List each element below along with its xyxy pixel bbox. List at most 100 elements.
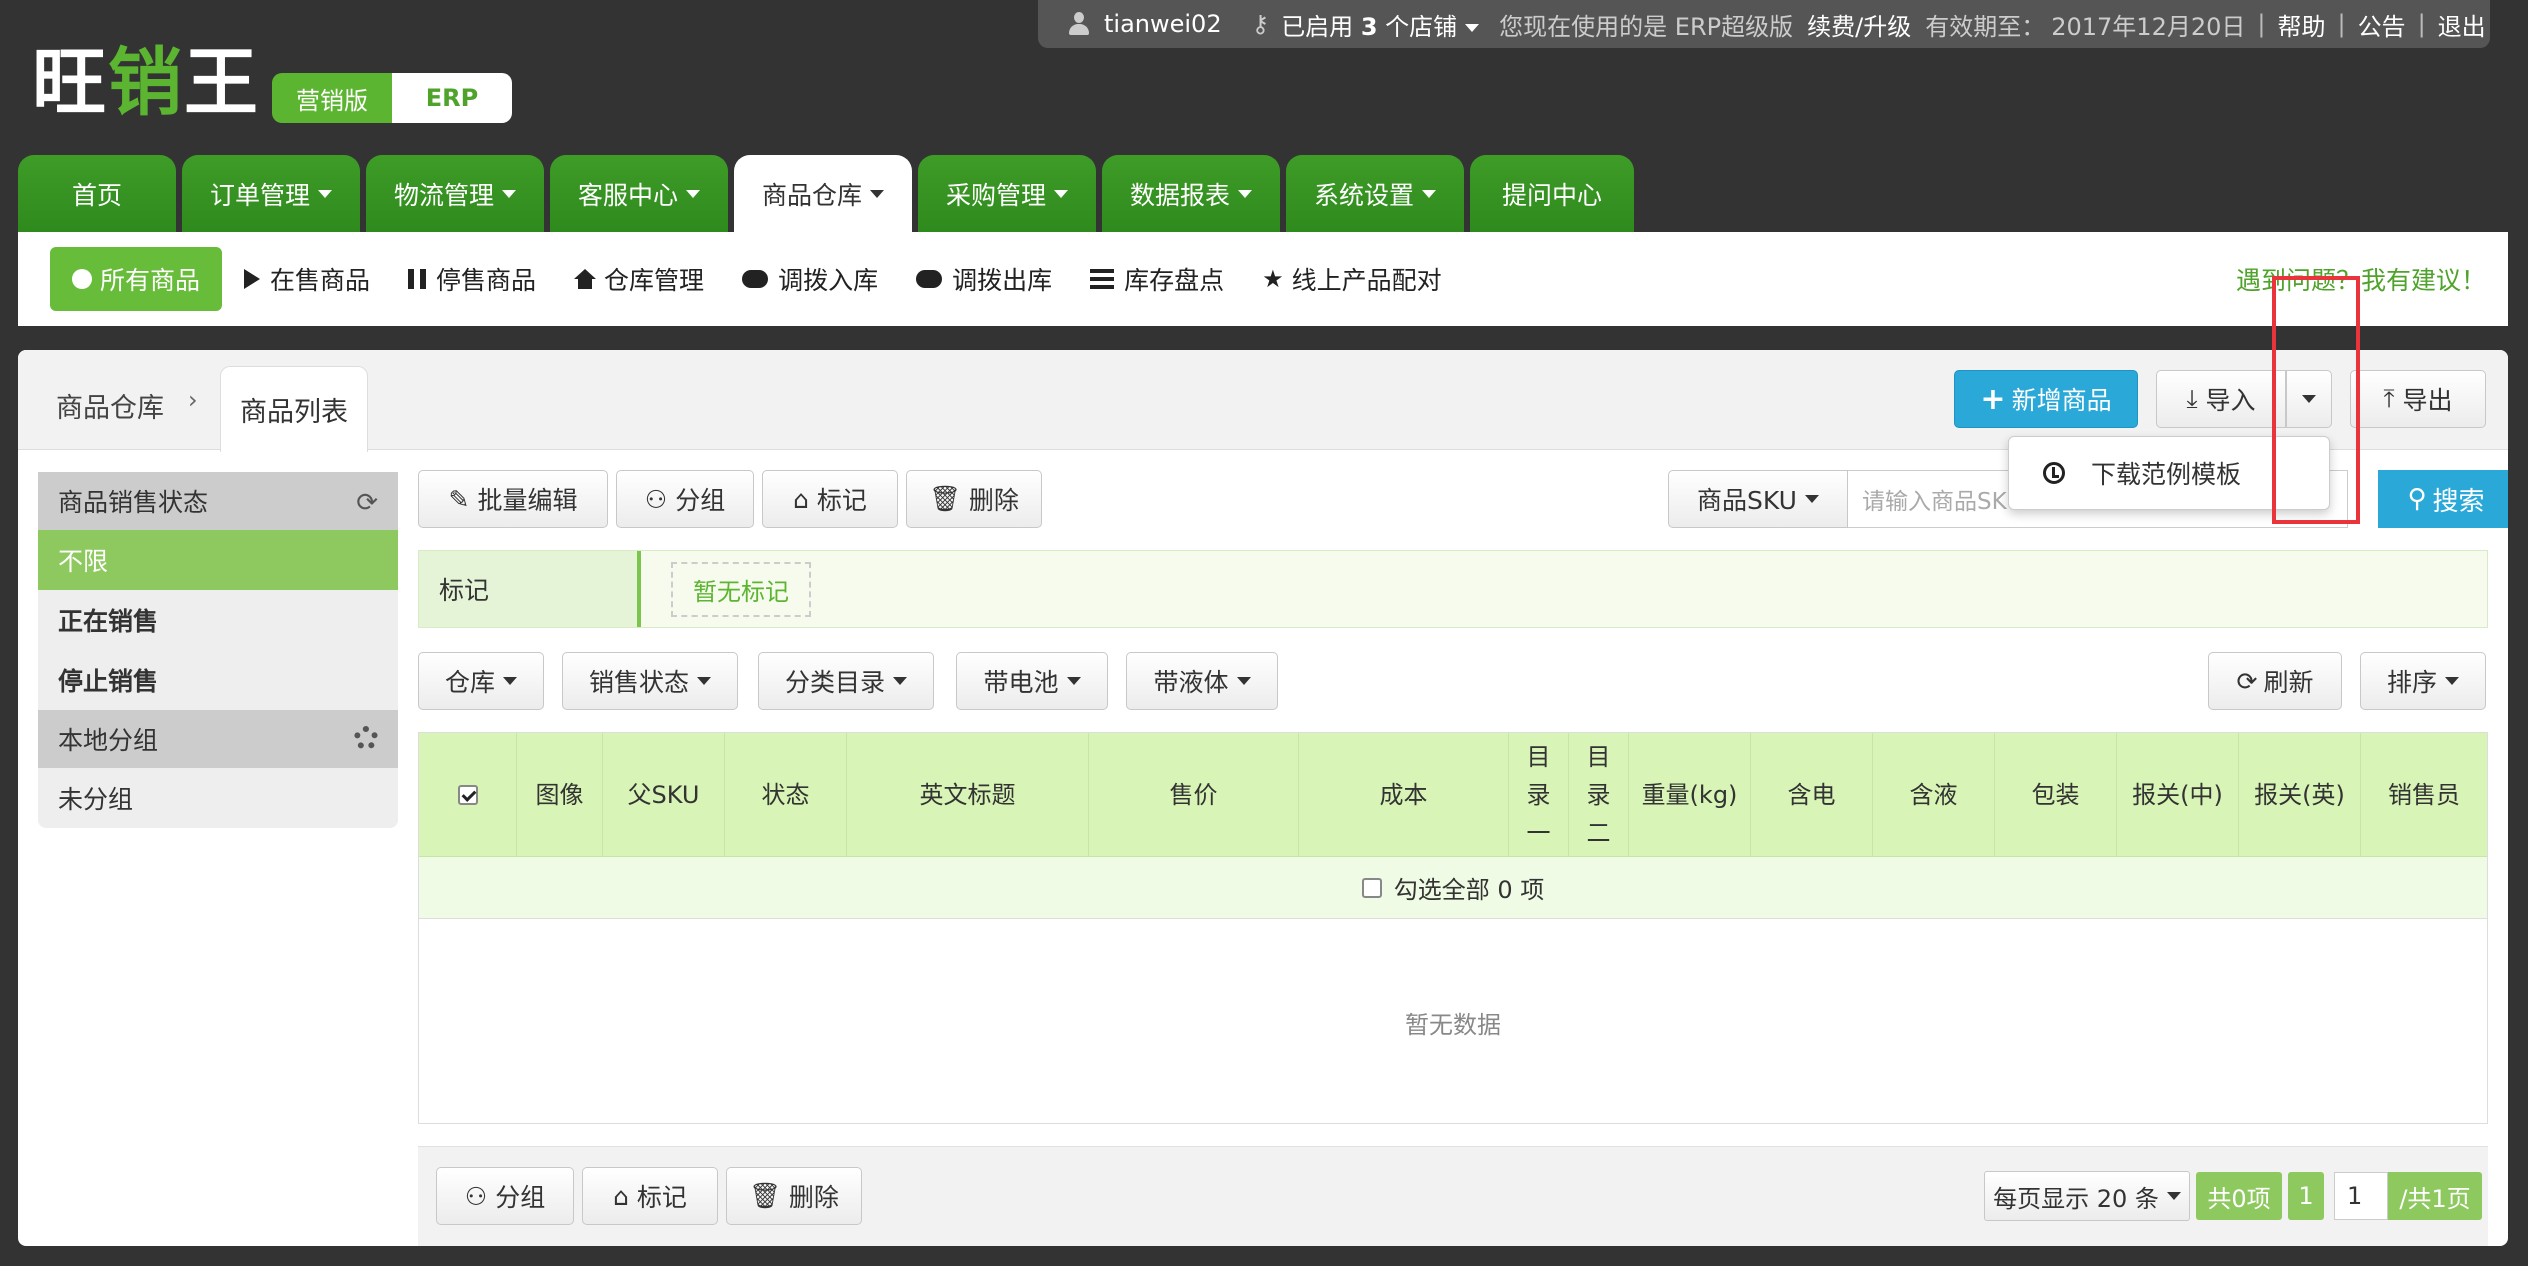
status-all[interactable]: 不限 [38, 530, 398, 590]
col-customs-cn: 报关(中) [2117, 733, 2239, 856]
select-all-row[interactable]: 勾选全部 0 项 [419, 857, 2487, 919]
download-circle-icon [2043, 462, 2065, 484]
select-all-header[interactable] [419, 733, 517, 856]
col-cost: 成本 [1299, 733, 1509, 856]
user-icon [1068, 12, 1090, 36]
subnav-inventory[interactable]: 库存盘点 [1090, 261, 1224, 297]
subnav-match[interactable]: ★ 线上产品配对 [1262, 261, 1442, 297]
filter-liquid[interactable]: 带液体 [1126, 652, 1278, 710]
breadcrumb-root[interactable]: 商品仓库 [56, 386, 164, 425]
nav-home[interactable]: 首页 [18, 155, 176, 232]
group-button[interactable]: ⚇ 分组 [616, 470, 754, 528]
col-english-title: 英文标题 [847, 733, 1089, 856]
stores-suffix: 个店铺 [1385, 12, 1458, 41]
col-status: 状态 [725, 733, 847, 856]
col-battery: 含电 [1751, 733, 1873, 856]
filter-sale-status[interactable]: 销售状态 [562, 652, 738, 710]
stores-count: 3 [1360, 12, 1378, 41]
nav-settings[interactable]: 系统设置 [1286, 155, 1464, 232]
gear-icon[interactable] [354, 726, 378, 750]
subnav-stopped[interactable]: 停售商品 [408, 261, 536, 297]
trash-icon: 🗑 [749, 1181, 781, 1210]
subnav-transfer-in[interactable]: 调拨入库 [742, 261, 878, 297]
sort-button[interactable]: 排序 [2360, 652, 2486, 710]
marketing-edition-tab[interactable]: 营销版 [272, 73, 392, 123]
refresh-button[interactable]: ⟳ 刷新 [2208, 652, 2342, 710]
caret-down-icon [1422, 189, 1436, 198]
download-icon: ⤓ [2186, 384, 2198, 413]
status-stopped[interactable]: 停止销售 [38, 650, 398, 710]
total-pages: /共1页 [2388, 1172, 2482, 1220]
search-button[interactable]: ⚲ 搜索 [2378, 470, 2508, 528]
select-all-checkbox[interactable] [1361, 877, 1382, 898]
col-price: 售价 [1089, 733, 1299, 856]
col-customs-en: 报关(英) [2239, 733, 2361, 856]
version-text: 您现在使用的是 ERP超级版 [1499, 12, 1794, 41]
col-parent-sku: 父SKU [603, 733, 725, 856]
edit-icon: ✎ [448, 484, 470, 514]
batch-edit-button[interactable]: ✎ 批量编辑 [418, 470, 608, 528]
sub-nav: 所有商品 在售商品 停售商品 仓库管理 调拨入库 调拨出库 库存盘点 ★ 线上产品… [18, 232, 2508, 326]
upgrade-link[interactable]: 续费/升级 [1807, 7, 1911, 42]
app-logo[interactable]: 旺销王 [32, 38, 260, 128]
add-product-button[interactable]: + 新增商品 [1954, 370, 2138, 428]
nav-questions[interactable]: 提问中心 [1470, 155, 1634, 232]
star-icon: ★ [1262, 265, 1284, 293]
delete-button[interactable]: 🗑 删除 [906, 470, 1042, 528]
home-icon [574, 269, 597, 289]
erp-edition-tab[interactable]: ERP [392, 73, 512, 123]
mark-button[interactable]: ⌂ 标记 [762, 470, 898, 528]
help-link[interactable]: 帮助 [2277, 7, 2325, 42]
sale-status-header: 商品销售状态 ⟳ [38, 472, 398, 530]
stores-dropdown[interactable]: 已启用 3 个店铺 [1281, 7, 1480, 42]
subnav-on-sale[interactable]: 在售商品 [244, 261, 370, 297]
page-input[interactable]: 1 [2334, 1172, 2388, 1220]
tag-icon: ⌂ [613, 1181, 629, 1211]
import-button[interactable]: ⤓ 导入 [2156, 370, 2286, 428]
upload-icon: ⤒ [2383, 384, 2395, 413]
filter-battery[interactable]: 带电池 [956, 652, 1108, 710]
col-category-two: 目录二 [1569, 733, 1629, 856]
tag-icon: ⌂ [793, 484, 809, 514]
header-checkbox[interactable] [457, 784, 478, 805]
footer-group-button[interactable]: ⚇ 分组 [436, 1167, 574, 1225]
nav-orders[interactable]: 订单管理 [182, 155, 360, 232]
nav-warehouse[interactable]: 商品仓库 [734, 155, 912, 232]
filter-warehouse[interactable]: 仓库 [418, 652, 544, 710]
filter-category[interactable]: 分类目录 [758, 652, 934, 710]
logout-link[interactable]: 退出 [2438, 7, 2486, 42]
sitemap-icon: ⚇ [644, 484, 668, 514]
notice-link[interactable]: 公告 [2358, 7, 2406, 42]
download-template-item[interactable]: 下载范例模板 [2091, 455, 2241, 491]
nav-service[interactable]: 客服中心 [550, 155, 728, 232]
footer-delete-button[interactable]: 🗑 删除 [726, 1167, 862, 1225]
subnav-warehouse[interactable]: 仓库管理 [574, 261, 704, 297]
caret-down-icon [502, 189, 516, 198]
caret-down-icon [893, 677, 907, 685]
nav-reports[interactable]: 数据报表 [1102, 155, 1280, 232]
refresh-icon[interactable]: ⟳ [356, 488, 378, 518]
pause-icon [408, 269, 427, 289]
search-icon: ⚲ [2407, 484, 2427, 514]
caret-down-icon [870, 189, 884, 198]
status-on-sale[interactable]: 正在销售 [38, 590, 398, 650]
group-ungrouped[interactable]: 未分组 [38, 768, 398, 828]
subnav-transfer-out[interactable]: 调拨出库 [916, 261, 1052, 297]
caret-down-icon [1066, 677, 1081, 685]
export-button[interactable]: ⤒ 导出 [2350, 370, 2486, 428]
per-page-select[interactable]: 每页显示 20 条 [1984, 1171, 2190, 1221]
nav-logistics[interactable]: 物流管理 [366, 155, 544, 232]
subnav-all-products[interactable]: 所有商品 [50, 247, 223, 311]
footer-mark-button[interactable]: ⌂ 标记 [582, 1167, 718, 1225]
breadcrumb-current-tab[interactable]: 商品列表 [220, 366, 368, 452]
search-field-select[interactable]: 商品SKU [1668, 470, 1848, 528]
plus-icon: + [1980, 381, 2006, 417]
stores-prefix: 已启用 [1281, 12, 1354, 41]
current-page[interactable]: 1 [2288, 1172, 2324, 1220]
top-bar: tianwei02 ⚷ 已启用 3 个店铺 您现在使用的是 ERP超级版 续费/… [1038, 0, 2490, 48]
valid-label: 有效期至： [1925, 12, 2046, 41]
nav-purchase[interactable]: 采购管理 [918, 155, 1096, 232]
cloud-upload-icon [742, 270, 769, 288]
refresh-icon: ⟳ [2236, 666, 2258, 696]
username[interactable]: tianwei02 [1104, 10, 1222, 38]
